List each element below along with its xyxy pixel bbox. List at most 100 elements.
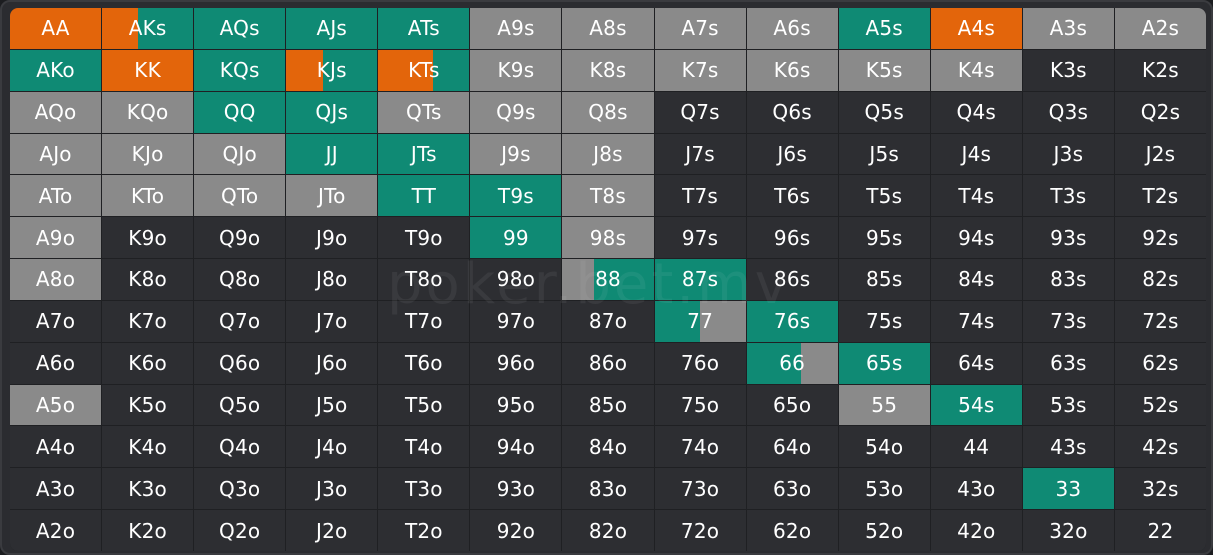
- hand-cell-53s[interactable]: 53s: [1022, 384, 1114, 426]
- hand-cell-ato[interactable]: ATo: [10, 175, 102, 217]
- hand-cell-t2o[interactable]: T2o: [378, 510, 470, 551]
- hand-cell-t4s[interactable]: T4s: [930, 175, 1022, 217]
- hand-cell-q7s[interactable]: Q7s: [654, 91, 746, 133]
- hand-cell-t8o[interactable]: T8o: [378, 259, 470, 300]
- hand-cell-k5s[interactable]: K5s: [838, 49, 930, 91]
- hand-cell-93s[interactable]: 93s: [1022, 217, 1114, 259]
- hand-cell-j9s[interactable]: J9s: [470, 133, 562, 175]
- hand-cell-75o[interactable]: 75o: [654, 384, 746, 426]
- hand-cell-64o[interactable]: 64o: [746, 426, 838, 468]
- hand-cell-t9o[interactable]: T9o: [378, 217, 470, 259]
- hand-cell-q2o[interactable]: Q2o: [194, 510, 286, 551]
- hand-cell-t4o[interactable]: T4o: [378, 426, 470, 468]
- hand-cell-aa[interactable]: AA: [10, 8, 102, 49]
- hand-cell-95o[interactable]: 95o: [470, 384, 562, 426]
- hand-cell-86s[interactable]: 86s: [746, 259, 838, 300]
- hand-cell-54o[interactable]: 54o: [838, 426, 930, 468]
- hand-cell-k6o[interactable]: K6o: [102, 342, 194, 384]
- hand-cell-75s[interactable]: 75s: [838, 300, 930, 342]
- hand-cell-95s[interactable]: 95s: [838, 217, 930, 259]
- hand-cell-73o[interactable]: 73o: [654, 468, 746, 510]
- hand-cell-q7o[interactable]: Q7o: [194, 300, 286, 342]
- hand-cell-jts[interactable]: JTs: [378, 133, 470, 175]
- hand-cell-k8o[interactable]: K8o: [102, 259, 194, 300]
- hand-cell-j2o[interactable]: J2o: [286, 510, 378, 551]
- hand-cell-66[interactable]: 66: [746, 342, 838, 384]
- hand-cell-k3s[interactable]: K3s: [1022, 49, 1114, 91]
- hand-cell-q6s[interactable]: Q6s: [746, 91, 838, 133]
- hand-cell-a3s[interactable]: A3s: [1022, 8, 1114, 49]
- hand-cell-84s[interactable]: 84s: [930, 259, 1022, 300]
- hand-cell-k2s[interactable]: K2s: [1114, 49, 1206, 91]
- hand-cell-84o[interactable]: 84o: [562, 426, 654, 468]
- hand-cell-a4o[interactable]: A4o: [10, 426, 102, 468]
- hand-cell-a5o[interactable]: A5o: [10, 384, 102, 426]
- hand-cell-73s[interactable]: 73s: [1022, 300, 1114, 342]
- hand-cell-t2s[interactable]: T2s: [1114, 175, 1206, 217]
- hand-cell-a2s[interactable]: A2s: [1114, 8, 1206, 49]
- hand-cell-98s[interactable]: 98s: [562, 217, 654, 259]
- hand-cell-a9s[interactable]: A9s: [470, 8, 562, 49]
- hand-cell-83o[interactable]: 83o: [562, 468, 654, 510]
- hand-cell-j7o[interactable]: J7o: [286, 300, 378, 342]
- hand-cell-76s[interactable]: 76s: [746, 300, 838, 342]
- hand-cell-kjo[interactable]: KJo: [102, 133, 194, 175]
- hand-cell-qq[interactable]: QQ: [194, 91, 286, 133]
- hand-cell-32s[interactable]: 32s: [1114, 468, 1206, 510]
- hand-cell-93o[interactable]: 93o: [470, 468, 562, 510]
- hand-cell-j5o[interactable]: J5o: [286, 384, 378, 426]
- hand-cell-j6o[interactable]: J6o: [286, 342, 378, 384]
- hand-cell-j4s[interactable]: J4s: [930, 133, 1022, 175]
- hand-cell-kts[interactable]: KTs: [378, 49, 470, 91]
- hand-cell-87o[interactable]: 87o: [562, 300, 654, 342]
- hand-cell-a2o[interactable]: A2o: [10, 510, 102, 551]
- hand-cell-55[interactable]: 55: [838, 384, 930, 426]
- hand-cell-k8s[interactable]: K8s: [562, 49, 654, 91]
- hand-cell-86o[interactable]: 86o: [562, 342, 654, 384]
- hand-cell-76o[interactable]: 76o: [654, 342, 746, 384]
- hand-cell-kjs[interactable]: KJs: [286, 49, 378, 91]
- hand-cell-j6s[interactable]: J6s: [746, 133, 838, 175]
- hand-cell-t9s[interactable]: T9s: [470, 175, 562, 217]
- hand-cell-j3s[interactable]: J3s: [1022, 133, 1114, 175]
- hand-cell-kto[interactable]: KTo: [102, 175, 194, 217]
- hand-cell-62s[interactable]: 62s: [1114, 342, 1206, 384]
- hand-cell-t8s[interactable]: T8s: [562, 175, 654, 217]
- hand-cell-k4s[interactable]: K4s: [930, 49, 1022, 91]
- hand-cell-65o[interactable]: 65o: [746, 384, 838, 426]
- hand-cell-a6s[interactable]: A6s: [746, 8, 838, 49]
- hand-cell-jj[interactable]: JJ: [286, 133, 378, 175]
- hand-cell-t6o[interactable]: T6o: [378, 342, 470, 384]
- hand-cell-j8s[interactable]: J8s: [562, 133, 654, 175]
- hand-cell-94s[interactable]: 94s: [930, 217, 1022, 259]
- hand-cell-t3o[interactable]: T3o: [378, 468, 470, 510]
- hand-cell-85o[interactable]: 85o: [562, 384, 654, 426]
- hand-cell-t5o[interactable]: T5o: [378, 384, 470, 426]
- hand-cell-k4o[interactable]: K4o: [102, 426, 194, 468]
- hand-cell-q4o[interactable]: Q4o: [194, 426, 286, 468]
- hand-cell-53o[interactable]: 53o: [838, 468, 930, 510]
- hand-cell-q4s[interactable]: Q4s: [930, 91, 1022, 133]
- hand-cell-33[interactable]: 33: [1022, 468, 1114, 510]
- hand-cell-74o[interactable]: 74o: [654, 426, 746, 468]
- hand-cell-q5s[interactable]: Q5s: [838, 91, 930, 133]
- hand-cell-43o[interactable]: 43o: [930, 468, 1022, 510]
- hand-cell-ako[interactable]: AKo: [10, 49, 102, 91]
- hand-cell-a5s[interactable]: A5s: [838, 8, 930, 49]
- hand-cell-63s[interactable]: 63s: [1022, 342, 1114, 384]
- hand-cell-qts[interactable]: QTs: [378, 91, 470, 133]
- hand-cell-42o[interactable]: 42o: [930, 510, 1022, 551]
- hand-cell-96o[interactable]: 96o: [470, 342, 562, 384]
- hand-cell-aqo[interactable]: AQo: [10, 91, 102, 133]
- hand-cell-kqs[interactable]: KQs: [194, 49, 286, 91]
- hand-cell-44[interactable]: 44: [930, 426, 1022, 468]
- hand-cell-88[interactable]: 88: [562, 259, 654, 300]
- hand-cell-k7s[interactable]: K7s: [654, 49, 746, 91]
- hand-cell-k6s[interactable]: K6s: [746, 49, 838, 91]
- hand-cell-54s[interactable]: 54s: [930, 384, 1022, 426]
- hand-cell-42s[interactable]: 42s: [1114, 426, 1206, 468]
- hand-cell-72s[interactable]: 72s: [1114, 300, 1206, 342]
- hand-cell-q2s[interactable]: Q2s: [1114, 91, 1206, 133]
- hand-cell-tt[interactable]: TT: [378, 175, 470, 217]
- hand-cell-k9o[interactable]: K9o: [102, 217, 194, 259]
